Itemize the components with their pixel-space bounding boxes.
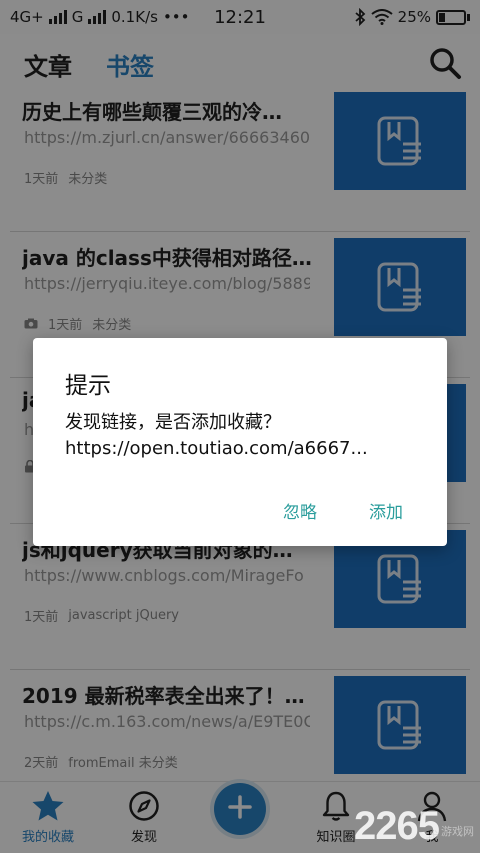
dialog-link: https://open.toutiao.com/a6667... [65,438,368,459]
site-watermark: 2265 游戏网 [354,804,474,849]
add-bookmark-dialog: 提示 发现链接，是否添加收藏？ https://open.toutiao.com… [33,338,447,546]
watermark-number: 2265 [354,804,440,848]
dialog-message: 发现链接，是否添加收藏？ https://open.toutiao.com/a6… [65,410,425,462]
dialog-message-line: 发现链接，是否添加收藏？ [65,412,281,433]
ignore-button[interactable]: 忽略 [283,498,317,523]
add-button-dialog[interactable]: 添加 [369,498,403,523]
dialog-title: 提示 [65,373,111,399]
watermark-text: 游戏网 [441,826,474,838]
